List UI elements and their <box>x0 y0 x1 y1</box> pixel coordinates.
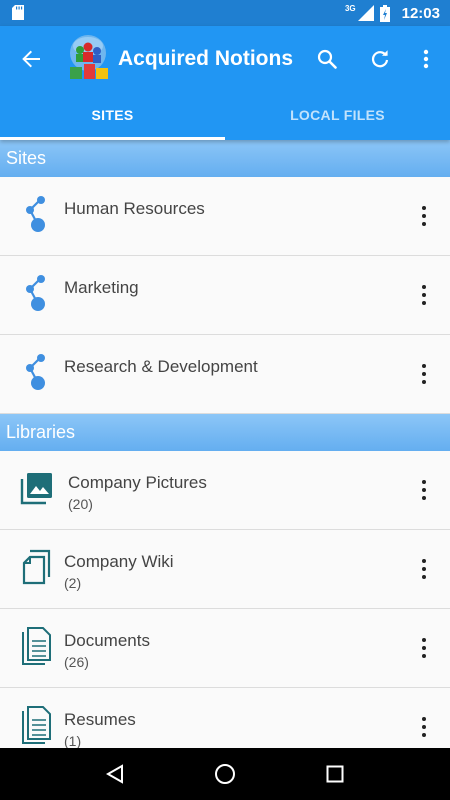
item-menu-button[interactable] <box>416 556 432 582</box>
section-header-libraries: Libraries <box>0 414 450 451</box>
list-item[interactable]: Research & Development <box>0 335 450 414</box>
app-bar: Acquired Notions SITES LOCAL FILES <box>0 26 450 140</box>
overflow-menu-button[interactable] <box>409 42 443 76</box>
nav-home-icon <box>215 764 235 784</box>
section-header-sites: Sites <box>0 140 450 177</box>
content-list[interactable]: Sites Human Resources Marketing Research… <box>0 140 450 748</box>
app-title: Acquired Notions <box>118 47 294 70</box>
item-menu-button[interactable] <box>416 282 432 308</box>
site-icon <box>16 193 58 235</box>
network-type: 3G <box>344 3 356 13</box>
site-icon <box>16 272 58 314</box>
wiki-library-icon <box>16 546 58 588</box>
list-item-label: Human Resources <box>64 199 205 218</box>
battery-icon <box>379 4 390 22</box>
list-item-label: Research & Development <box>64 357 258 376</box>
item-menu-button[interactable] <box>416 477 432 503</box>
list-item-label: Company Pictures <box>68 473 207 492</box>
back-button[interactable] <box>16 44 46 74</box>
arrow-back-icon <box>22 50 40 68</box>
item-menu-button[interactable] <box>416 203 432 229</box>
nav-back-button[interactable] <box>95 754 135 794</box>
item-menu-button[interactable] <box>416 635 432 661</box>
refresh-icon <box>371 50 389 68</box>
search-button[interactable] <box>310 42 344 76</box>
list-item-label: Documents <box>64 631 150 650</box>
item-count: (26) <box>64 654 89 670</box>
list-item-label: Marketing <box>64 278 139 297</box>
system-nav-bar <box>0 748 450 800</box>
refresh-button[interactable] <box>363 42 397 76</box>
sd-card-icon <box>12 5 24 20</box>
list-item[interactable]: Documents (26) <box>0 609 450 688</box>
more-vert-icon <box>423 49 429 69</box>
list-item-label: Resumes <box>64 710 136 729</box>
document-library-icon <box>16 625 58 667</box>
list-item[interactable]: Resumes (1) <box>0 688 450 748</box>
clock: 12:03 <box>401 4 440 22</box>
list-item-label: Company Wiki <box>64 552 174 571</box>
list-item[interactable]: Company Wiki (2) <box>0 530 450 609</box>
tab-local-files[interactable]: LOCAL FILES <box>225 90 450 140</box>
item-count: (20) <box>68 496 93 512</box>
item-menu-button[interactable] <box>416 361 432 387</box>
list-item[interactable]: Human Resources <box>0 177 450 256</box>
nav-recents-button[interactable] <box>315 754 355 794</box>
item-count: (1) <box>64 733 82 748</box>
list-item[interactable]: Marketing <box>0 256 450 335</box>
item-count: (2) <box>64 575 82 591</box>
search-icon <box>317 49 337 69</box>
document-library-icon <box>16 704 58 746</box>
picture-library-icon <box>16 467 58 509</box>
nav-back-icon <box>105 764 123 784</box>
list-item[interactable]: Company Pictures (20) <box>0 451 450 530</box>
item-menu-button[interactable] <box>416 714 432 740</box>
site-icon <box>16 351 58 393</box>
status-bar: 3G 12:03 <box>0 0 450 26</box>
signal-icon <box>357 5 374 21</box>
tab-bar: SITES LOCAL FILES <box>0 90 450 140</box>
tab-sites[interactable]: SITES <box>0 90 225 140</box>
nav-recents-icon <box>326 765 344 783</box>
app-logo-icon <box>70 35 108 79</box>
nav-home-button[interactable] <box>205 754 245 794</box>
